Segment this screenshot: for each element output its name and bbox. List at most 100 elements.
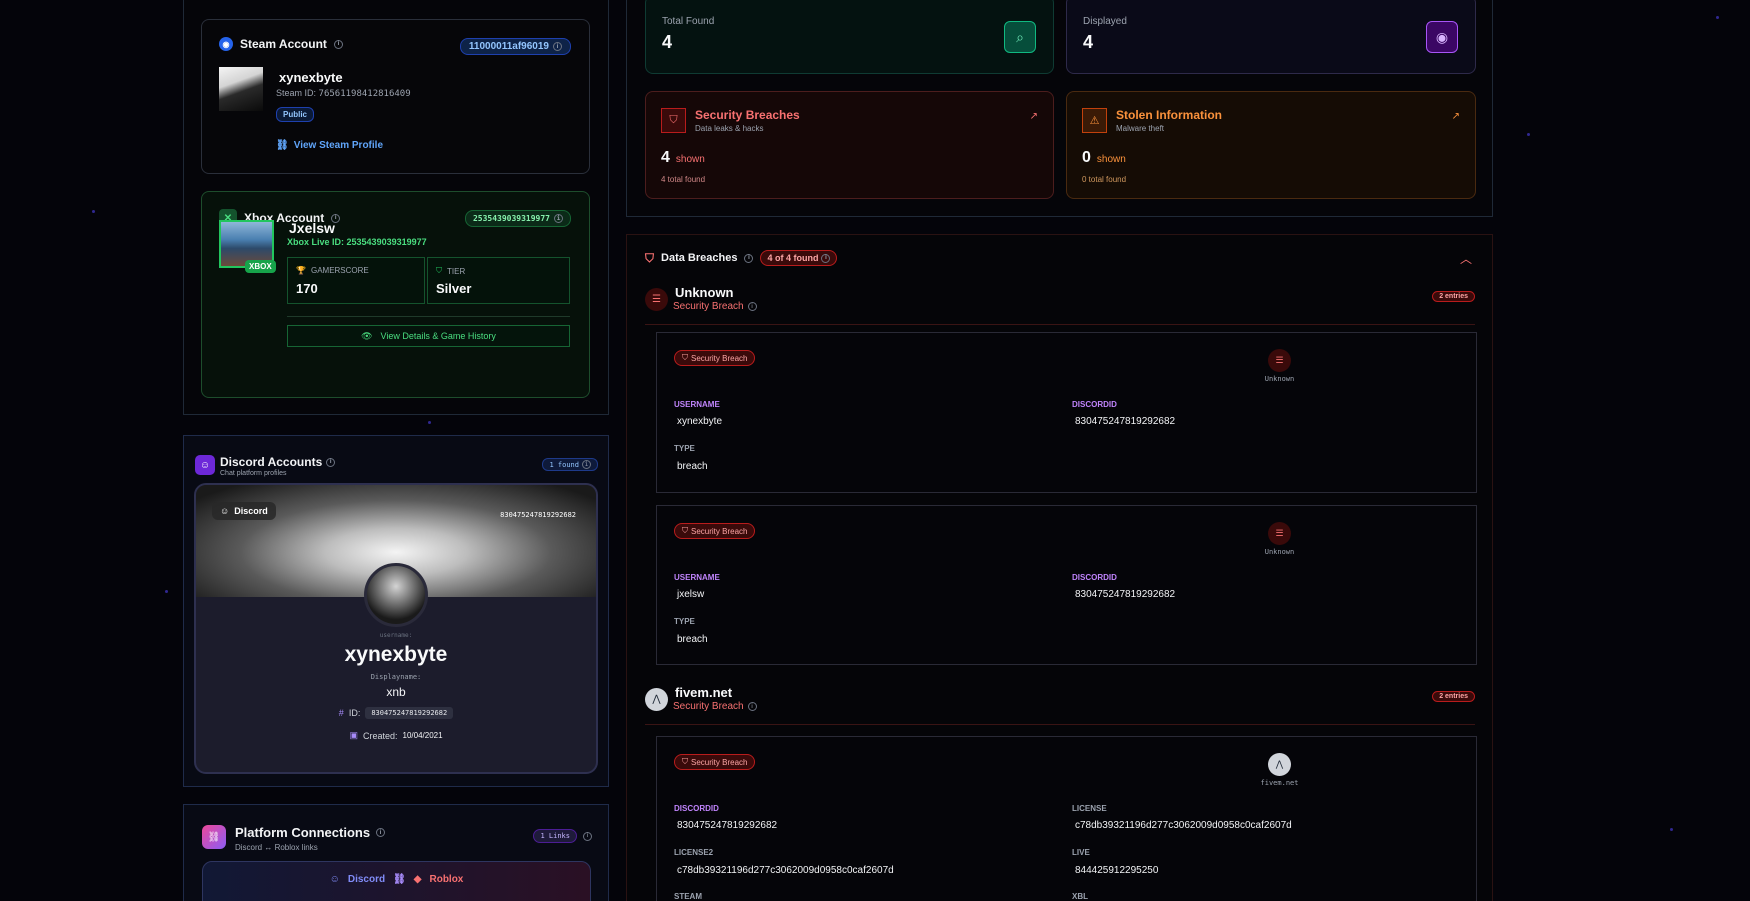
breach-source-header[interactable]: ⋀ fivem.net Security Breach i 2 entries xyxy=(645,685,1475,725)
field-value[interactable]: xynexbyte xyxy=(677,416,722,427)
breach-card-shown: shown xyxy=(675,154,705,165)
background-star xyxy=(1670,828,1673,831)
arrow-up-right-icon[interactable]: ↗ xyxy=(1452,111,1460,122)
field-label: DISCORDID xyxy=(674,804,719,813)
breach-entry: ⛉ Security Breach ☰ Unknown USERNAME jxe… xyxy=(656,505,1477,665)
displayname-label: Displayname: xyxy=(370,673,422,681)
field-label: LICENSE xyxy=(1072,804,1107,813)
info-icon[interactable]: i xyxy=(744,253,754,263)
platform-title-row: Platform Connections i xyxy=(235,825,386,840)
data-breaches-title: Data Breaches xyxy=(661,252,738,264)
discord-username: xynexbyte xyxy=(344,643,448,666)
arrow-up-right-icon[interactable]: ↗ xyxy=(1030,111,1038,122)
view-steam-profile-link[interactable]: ⛓ View Steam Profile xyxy=(276,140,383,151)
security-breaches-card[interactable]: ⛉ Security Breaches Data leaks & hacks ↗… xyxy=(645,91,1054,199)
security-breach-badge-label: Security Breach xyxy=(691,757,748,767)
steam-title-row: ◉ Steam Account i xyxy=(219,37,343,51)
gamerscore-box: 🏆 GAMERSCORE 170 xyxy=(287,257,425,304)
discord-small-icon: ☺ xyxy=(220,506,230,516)
link-icon: ⛓ xyxy=(276,140,289,151)
stolen-card-title: Stolen Information xyxy=(1116,108,1222,122)
stolen-card-total: 0 total found xyxy=(1082,175,1127,184)
field-label: LIVE xyxy=(1072,848,1090,857)
source-type: Security Breach xyxy=(673,701,744,712)
shield-icon: ⛉ xyxy=(436,266,442,275)
info-icon[interactable]: i xyxy=(376,828,386,837)
info-icon[interactable]: i xyxy=(333,39,343,49)
shield-icon: ⛉ xyxy=(682,353,688,362)
platform-from: Discord xyxy=(347,874,386,885)
field-value[interactable]: breach xyxy=(677,461,708,472)
created-value: 10/04/2021 xyxy=(402,731,443,740)
field-value[interactable]: breach xyxy=(677,634,708,645)
field-value[interactable]: 830475247819292682 xyxy=(1075,416,1175,427)
info-icon[interactable]: i xyxy=(326,457,336,467)
view-details-button[interactable]: 👁 View Details & Game History xyxy=(287,325,570,347)
displayed-value: 4 xyxy=(1083,32,1094,52)
breach-card-total: 4 total found xyxy=(661,175,706,184)
stolen-card-count: 0 xyxy=(1082,149,1091,166)
xbox-id-pill[interactable]: 2535439039319977 i xyxy=(464,210,571,227)
discord-title-row: Discord Accounts i xyxy=(220,455,336,469)
field-value[interactable]: jxelsw xyxy=(677,589,704,600)
discord-created-row: ▣ Created: 10/04/2021 xyxy=(196,730,596,741)
link-icon: ⛓ xyxy=(202,825,226,849)
gamerscore-label-row: 🏆 GAMERSCORE xyxy=(296,266,369,275)
security-breach-badge: ⛉ Security Breach xyxy=(674,523,756,539)
entry-source-name: Unknown xyxy=(1264,375,1295,383)
xbox-live-id-label: Xbox Live ID: xyxy=(287,237,345,247)
xbox-live-id-value: 2535439039319977 xyxy=(346,237,427,247)
platform-link-card[interactable]: ☺ Discord ⛓ ◆ Roblox xyxy=(202,861,591,901)
info-icon[interactable]: i xyxy=(747,302,757,311)
field-label: LICENSE2 xyxy=(674,848,714,857)
search-icon: ⌕ xyxy=(1004,21,1036,53)
database-icon: ☰ xyxy=(1268,349,1291,372)
tier-label: TIER xyxy=(447,266,466,276)
background-star xyxy=(92,210,95,213)
info-icon: i xyxy=(554,214,563,223)
shield-icon: ⛉ xyxy=(682,757,688,766)
shield-icon: ⛉ xyxy=(661,108,686,133)
steam-avatar xyxy=(219,67,263,111)
info-icon[interactable]: i xyxy=(747,702,757,711)
stolen-information-card[interactable]: ⚠ Stolen Information Malware theft ↗ 0 s… xyxy=(1066,91,1476,199)
security-breach-badge-label: Security Breach xyxy=(691,353,748,363)
field-value[interactable]: 830475247819292682 xyxy=(1075,589,1175,600)
xbox-account-card: ✕ Xbox Account i 2535439039319977 i XBOX… xyxy=(201,191,590,398)
security-breach-badge: ⛉ Security Breach xyxy=(674,350,756,366)
info-icon: i xyxy=(582,460,591,469)
background-star xyxy=(428,421,431,424)
tier-value: Silver xyxy=(436,281,472,296)
discord-profile-card[interactable]: ☺ Discord 830475247819292682 username: x… xyxy=(194,483,598,774)
tier-label-row: ⛉ TIER xyxy=(436,266,465,276)
discord-id-value[interactable]: 830475247819292682 xyxy=(365,707,454,719)
field-value[interactable]: 844425912295250 xyxy=(1075,865,1158,876)
breach-source-header[interactable]: ☰ Unknown Security Breach i 2 entries xyxy=(645,285,1475,325)
xbox-name: Jxelsw xyxy=(289,220,335,236)
field-label: STEAM xyxy=(674,892,702,901)
database-icon: ☰ xyxy=(645,288,668,311)
field-value[interactable]: 830475247819292682 xyxy=(677,820,777,831)
chevron-up-icon[interactable]: ︿ xyxy=(1460,250,1472,267)
background-star xyxy=(1716,16,1719,19)
fivem-logo-icon: ⋀ xyxy=(1268,753,1291,776)
gamerscore-label: GAMERSCORE xyxy=(310,266,369,275)
discord-displayname: xnb xyxy=(386,685,406,699)
eye-icon: ◉ xyxy=(1426,21,1458,53)
info-icon[interactable]: i xyxy=(583,831,592,841)
steam-id-pill[interactable]: 11000011af96019 i xyxy=(459,38,571,55)
data-breaches-header: ⛉ Data Breaches i 4 of 4 found i xyxy=(645,250,838,266)
calendar-icon: ▣ xyxy=(349,730,358,740)
gamerscore-value: 170 xyxy=(296,281,318,296)
info-icon: i xyxy=(553,42,562,51)
roblox-icon: ◆ xyxy=(413,874,422,885)
total-found-value: 4 xyxy=(662,32,673,52)
field-value[interactable]: c78db39321196d277c3062009d0958c0caf2607d xyxy=(1075,820,1292,831)
stolen-card-count-row: 0 shown xyxy=(1082,149,1126,167)
entries-badge: 2 entries xyxy=(1432,291,1475,302)
field-value[interactable]: c78db39321196d277c3062009d0958c0caf2607d xyxy=(677,865,894,876)
found-count-text: 1 found xyxy=(549,460,579,469)
username-label: username: xyxy=(379,632,413,639)
database-icon: ☰ xyxy=(1268,522,1291,545)
fivem-logo-icon: ⋀ xyxy=(645,688,668,711)
